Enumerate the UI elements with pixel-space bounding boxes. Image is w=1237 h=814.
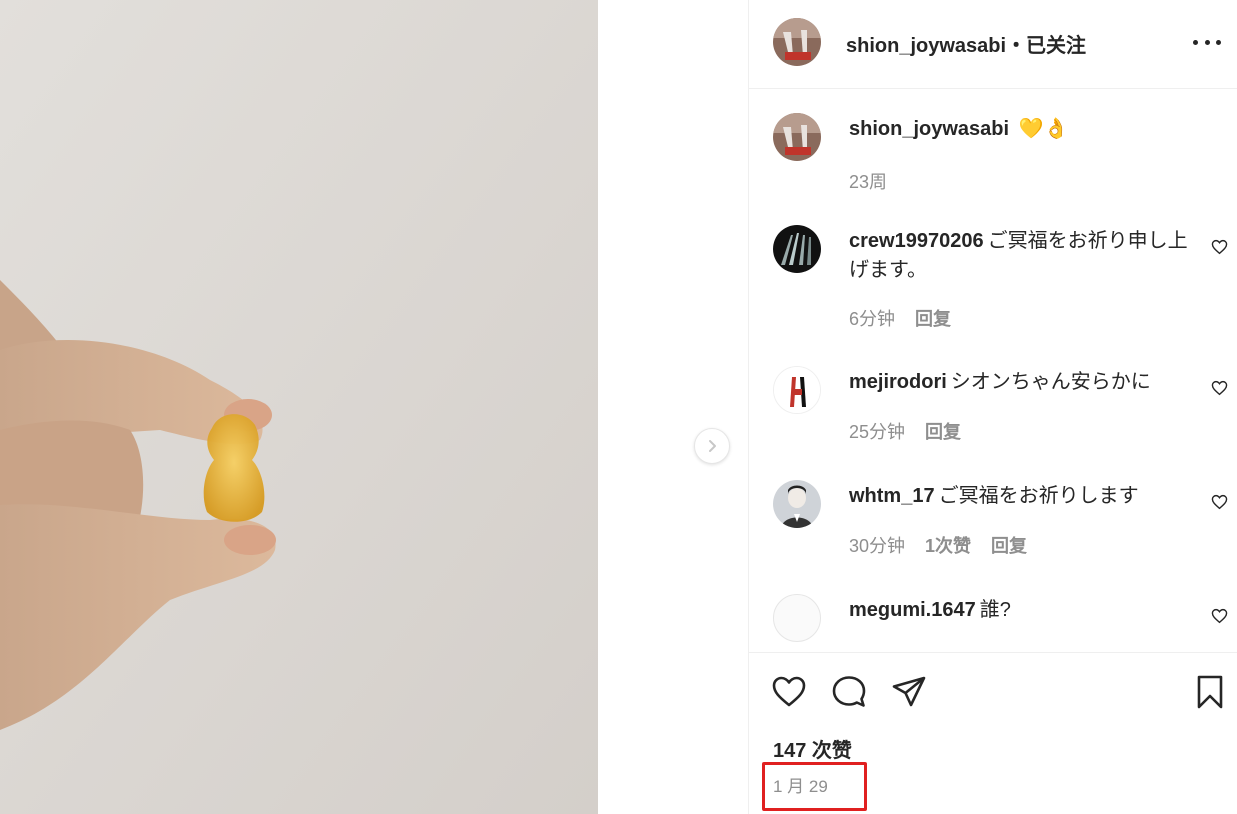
more-options-icon[interactable] [1193,30,1221,54]
instagram-post-view: shion_joywasabi・已关注 shion_joywasabi 💛👌 2… [0,0,1237,814]
author-avatar[interactable] [773,18,821,66]
comment-like-count[interactable]: 1次赞 [925,532,971,558]
comment-username[interactable]: megumi.1647 [849,599,976,621]
chevron-right-icon [709,440,716,452]
caption-time[interactable]: 23周 [849,168,887,194]
gummy-bear-photo [0,0,598,814]
reply-button[interactable]: 回复 [925,418,961,444]
heart-icon[interactable] [1211,608,1228,624]
comment-meta: 30分钟 1次赞 回复 [849,532,1027,558]
comment-time[interactable]: 30分钟 [849,532,905,558]
author-username[interactable]: shion_joywasabi [846,35,1006,57]
comment-username[interactable]: whtm_17 [849,485,935,507]
heart-icon[interactable] [1211,494,1228,510]
heart-icon[interactable] [1211,380,1228,396]
paper-plane-icon[interactable] [891,674,927,710]
next-media-button[interactable] [694,428,730,464]
commenter-avatar[interactable] [773,366,821,414]
comment-text: crew19970206 ご冥福をお祈り申し上げます。 [849,227,1189,285]
commenter-avatar[interactable] [773,225,821,273]
caption-avatar[interactable] [773,113,821,161]
commenter-avatar[interactable] [773,594,821,642]
comment-body: ご冥福をお祈りします [938,485,1139,507]
likes-count[interactable]: 147 次赞 [773,734,852,763]
media-gap [598,0,748,814]
actions-divider [749,652,1237,653]
action-bar [749,670,1237,716]
comment-body: シオンちゃん安らかに [950,371,1151,393]
comment-text: megumi.1647 誰? [849,596,1189,625]
comment-meta: 25分钟 回复 [849,418,961,444]
commenter-avatar[interactable] [773,480,821,528]
comment-time[interactable]: 6分钟 [849,305,895,331]
post-side-panel: shion_joywasabi・已关注 shion_joywasabi 💛👌 2… [748,0,1237,814]
reply-button[interactable]: 回复 [915,305,951,331]
post-image[interactable] [0,0,598,814]
date-highlight-box [762,762,867,811]
comment-username[interactable]: mejirodori [849,371,947,393]
caption-text: shion_joywasabi 💛👌 [849,115,1189,144]
follow-status[interactable]: ・已关注 [1006,35,1086,57]
bookmark-icon[interactable] [1192,674,1228,710]
comment-meta: 6分钟 回复 [849,305,951,331]
caption-meta: 23周 [849,168,887,194]
author-name-line: shion_joywasabi・已关注 [846,29,1086,58]
heart-icon[interactable] [1211,239,1228,255]
caption-username[interactable]: shion_joywasabi [849,118,1009,140]
heart-icon[interactable] [771,674,807,710]
comment-text: whtm_17 ご冥福をお祈りします [849,482,1189,511]
comment-text: mejirodori シオンちゃん安らかに [849,368,1189,397]
caption-emoji: 💛👌 [1018,118,1069,140]
comment-body: 誰? [979,599,1011,621]
reply-button[interactable]: 回复 [991,532,1027,558]
comment-time[interactable]: 25分钟 [849,418,905,444]
comment-bubble-icon[interactable] [831,674,867,710]
post-header: shion_joywasabi・已关注 [749,0,1237,89]
comment-username[interactable]: crew19970206 [849,230,984,252]
